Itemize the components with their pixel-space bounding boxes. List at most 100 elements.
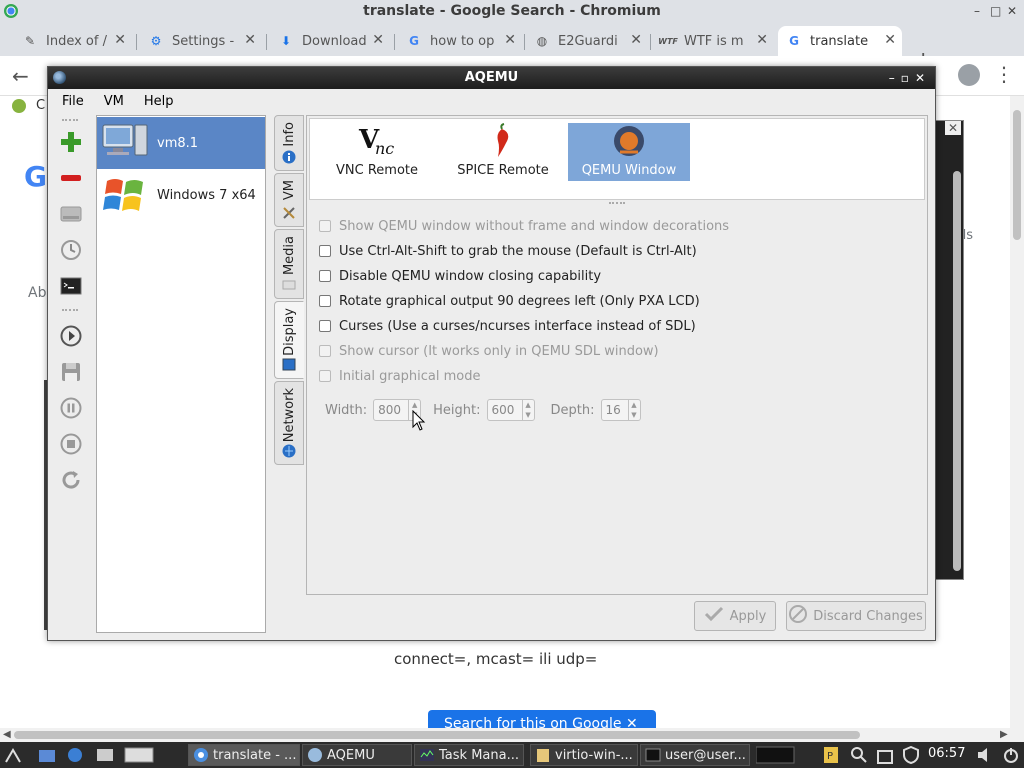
kebab-menu-icon[interactable]: ⋮: [994, 62, 1014, 86]
reset-icon[interactable]: [58, 467, 84, 493]
maximize-icon[interactable]: □: [990, 0, 1001, 22]
checkbox[interactable]: [319, 345, 331, 357]
power-icon[interactable]: [1002, 746, 1020, 764]
spin-arrows-icon[interactable]: ▲▼: [521, 400, 534, 420]
close-icon[interactable]: ✕: [915, 71, 931, 85]
task-task-manager[interactable]: Task Mana...: [414, 744, 524, 766]
vm-list-item[interactable]: vm8.1: [97, 117, 265, 169]
tab-e2guardian[interactable]: ◍ E2Guardi ✕: [526, 26, 648, 56]
add-vm-icon[interactable]: [58, 129, 84, 155]
splitter-handle[interactable]: [609, 202, 625, 204]
option-rotate[interactable]: Rotate graphical output 90 degrees left …: [319, 291, 700, 311]
close-icon[interactable]: ✕: [944, 121, 961, 135]
window-icon[interactable]: [96, 746, 114, 764]
checkbox[interactable]: [319, 295, 331, 307]
height-spinbox[interactable]: 600 ▲ ▼: [486, 399, 535, 421]
tab-network[interactable]: Network: [274, 381, 304, 465]
close-icon[interactable]: ✕: [114, 32, 126, 48]
option-curses[interactable]: Curses (Use a curses/ncurses interface i…: [319, 316, 696, 336]
close-icon[interactable]: ✕: [756, 32, 768, 48]
task-label: translate - ...: [213, 747, 297, 763]
discard-changes-button[interactable]: Discard Changes: [786, 601, 926, 631]
task-virtio-win[interactable]: virtio-win-...: [530, 744, 638, 766]
file-manager-icon[interactable]: [38, 746, 56, 764]
scrollbar[interactable]: [953, 171, 961, 571]
close-icon[interactable]: ✕: [504, 32, 516, 48]
save-icon[interactable]: [58, 359, 84, 385]
start-menu-icon[interactable]: [4, 746, 22, 764]
vm-name: vm8.1: [157, 135, 199, 151]
task-terminal[interactable]: user@user...: [640, 744, 750, 766]
option-ctrl-alt-shift[interactable]: Use Ctrl-Alt-Shift to grab the mouse (De…: [319, 241, 697, 261]
shield-icon[interactable]: [902, 746, 920, 764]
checkbox[interactable]: [319, 270, 331, 282]
tab-vm[interactable]: VM: [274, 173, 304, 227]
profile-avatar-icon[interactable]: [958, 64, 980, 86]
tab-display[interactable]: Display: [274, 301, 304, 379]
minimize-icon[interactable]: –: [889, 71, 901, 85]
vm-list-item[interactable]: Windows 7 x64: [97, 169, 265, 221]
monitor-icon: [282, 358, 296, 372]
checkbox[interactable]: [319, 245, 331, 257]
stop-icon[interactable]: [58, 431, 84, 457]
bookmark-icon: [12, 98, 26, 113]
disk-icon[interactable]: [58, 201, 84, 227]
tab-settings[interactable]: ⚙ Settings - ✕: [140, 26, 262, 56]
workspace-switcher-icon[interactable]: [756, 746, 796, 764]
spin-arrows-icon[interactable]: ▲▼: [627, 400, 640, 420]
close-icon[interactable]: ✕: [1007, 0, 1017, 22]
tab-how-to[interactable]: G how to op ✕: [398, 26, 522, 56]
checkbox[interactable]: [319, 320, 331, 332]
task-translate[interactable]: translate - ...: [188, 744, 300, 766]
search-icon[interactable]: [850, 746, 868, 764]
option-no-frame[interactable]: Show QEMU window without frame and windo…: [319, 216, 729, 236]
terminal-icon[interactable]: [58, 273, 84, 299]
tab-index-of[interactable]: ✎ Index of / ✕: [14, 26, 132, 56]
close-icon[interactable]: ✕: [372, 32, 384, 48]
clock-icon[interactable]: [58, 237, 84, 263]
clipboard-icon[interactable]: P: [822, 746, 840, 764]
tab-translate[interactable]: G translate ✕: [778, 26, 902, 56]
horizontal-scrollbar[interactable]: ◀ ▶: [0, 728, 1024, 742]
back-arrow-icon[interactable]: ←: [12, 64, 29, 88]
scroll-thumb[interactable]: [1013, 110, 1021, 240]
vnc-remote-option[interactable]: Vnc VNC Remote: [316, 123, 438, 181]
bookmark-item[interactable]: C: [12, 98, 45, 113]
globe-icon: ◍: [536, 34, 548, 48]
bag-icon[interactable]: [876, 746, 894, 764]
option-initial-mode[interactable]: Initial graphical mode: [319, 366, 481, 386]
width-value: 800: [378, 403, 402, 417]
option-disable-closing[interactable]: Disable QEMU window closing capability: [319, 266, 601, 286]
vertical-scrollbar[interactable]: [1010, 96, 1024, 728]
menu-vm[interactable]: VM: [90, 90, 130, 112]
tab-wtf[interactable]: WTF WTF is m ✕: [652, 26, 774, 56]
spice-remote-option[interactable]: SPICE Remote: [442, 123, 564, 181]
pause-icon[interactable]: [58, 395, 84, 421]
tab-info[interactable]: Info: [274, 115, 304, 171]
tab-media[interactable]: Media: [274, 229, 304, 299]
maximize-icon[interactable]: ▫: [901, 71, 915, 85]
tab-download[interactable]: ⬇ Download ✕: [270, 26, 390, 56]
option-show-cursor[interactable]: Show cursor (It works only in QEMU SDL w…: [319, 341, 659, 361]
scroll-thumb[interactable]: [14, 731, 860, 739]
play-icon[interactable]: [58, 323, 84, 349]
google-icon: G: [789, 34, 799, 48]
menu-help[interactable]: Help: [130, 90, 180, 112]
task-aqemu[interactable]: AQEMU: [302, 744, 412, 766]
remove-vm-icon[interactable]: [58, 165, 84, 191]
close-icon[interactable]: ✕: [244, 32, 256, 48]
checkbox[interactable]: [319, 220, 331, 232]
menu-file[interactable]: File: [48, 90, 90, 112]
volume-icon[interactable]: [976, 746, 994, 764]
desktop-icon[interactable]: [124, 746, 154, 764]
media-icon: [282, 278, 296, 292]
clock: 06:57: [928, 746, 966, 761]
minimize-icon[interactable]: –: [974, 0, 980, 22]
close-icon[interactable]: ✕: [630, 32, 642, 48]
close-icon[interactable]: ✕: [884, 32, 896, 48]
qemu-window-option[interactable]: QEMU Window: [568, 123, 690, 181]
depth-spinbox[interactable]: 16 ▲ ▼: [600, 399, 641, 421]
browser-icon[interactable]: [66, 746, 84, 764]
apply-button[interactable]: Apply: [694, 601, 776, 631]
checkbox[interactable]: [319, 370, 331, 382]
